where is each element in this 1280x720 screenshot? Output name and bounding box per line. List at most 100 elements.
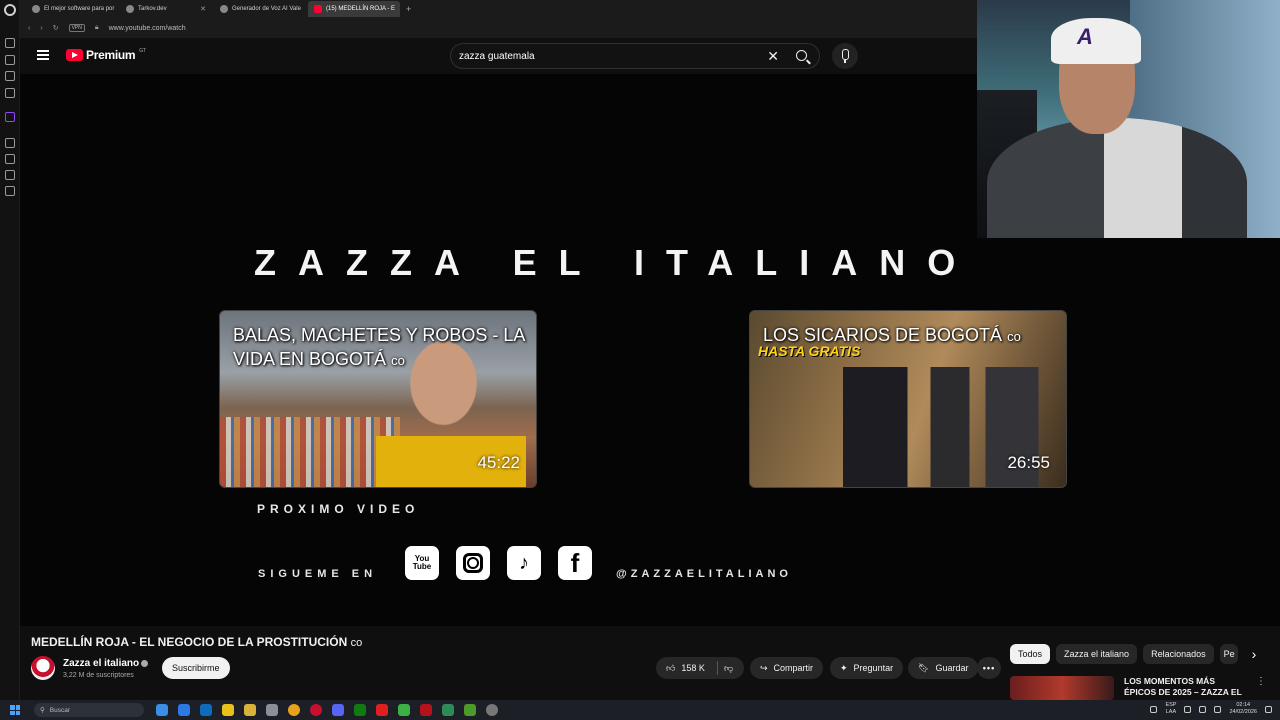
taskbar-search[interactable]: ⚲ Buscar [34,703,144,717]
app-icon[interactable] [266,704,278,716]
browser-tab[interactable]: Tarkov.dev ✕ [120,1,212,17]
whatsapp-icon[interactable] [5,88,15,98]
save-button[interactable]: 🔖︎ Guardar [908,657,979,679]
youtube-header: Premium GT ✕ [20,38,977,74]
messenger-icon[interactable] [5,71,15,81]
like-dislike-group: 👍︎ 158 K 👎︎ [656,657,744,679]
network-icon[interactable] [1184,705,1192,713]
ask-button[interactable]: ✦ Preguntar [830,657,904,679]
back-icon[interactable]: ‹ [28,25,30,32]
country-code: co [391,353,405,368]
more-actions-button[interactable]: ••• [977,657,1001,679]
spreadsheet-icon[interactable] [442,704,454,716]
logo-text: Premium [86,48,136,62]
play-icon[interactable] [398,704,410,716]
search-icon[interactable] [796,50,807,61]
chip-related[interactable]: Relacionados [1143,644,1214,664]
tab-close-icon[interactable]: ✕ [200,5,206,13]
clear-search-icon[interactable]: ✕ [767,48,779,65]
notifications-icon[interactable] [1265,705,1272,713]
lang-layout: LAA [1165,709,1177,715]
browser-tab-active[interactable]: (15) MEDELLÍN ROJA - E✕ [308,1,400,17]
channel-avatar[interactable] [31,656,55,680]
language-indicator[interactable]: ESP LAA [1165,702,1176,716]
browser-tab[interactable]: El mejor software para por✕ [26,1,118,17]
tiktok-social-icon[interactable]: ♪ [507,546,541,580]
facebook-social-icon[interactable]: f [558,546,592,580]
file-explorer-icon[interactable] [222,704,234,716]
like-icon[interactable]: 👍︎ [666,663,675,674]
media-player-icon[interactable] [376,704,388,716]
folder-icon[interactable] [244,704,256,716]
share-button[interactable]: ↪ Compartir [750,657,824,679]
youtube-social-icon[interactable]: You Tube [405,546,439,580]
browser-tab[interactable]: Generador de Voz AI Vale ✕ [214,1,306,17]
chip-all[interactable]: Todos [1010,644,1051,664]
browser-side-rail [0,0,20,700]
forward-icon[interactable]: › [40,25,42,32]
tab-favicon-icon [126,5,134,13]
battery-icon[interactable] [1214,705,1222,713]
clock-icon[interactable] [5,154,15,164]
chip-channel[interactable]: Zazza el italiano [1056,644,1138,664]
related-video-thumbnail [1010,676,1114,700]
streamer-webcam: A [977,0,1280,238]
card-caption: LOS SICARIOS DE BOGOTÁ co [763,323,1058,349]
app-icon[interactable] [486,704,498,716]
tab-close-icon[interactable]: ✕ [399,5,400,13]
url-text[interactable]: www.youtube.com/watch [109,25,186,32]
new-tab-button[interactable]: + [402,4,415,14]
youtube-premium-logo[interactable]: Premium GT [66,48,146,62]
streaming-app-icon[interactable] [420,704,432,716]
twitch-icon[interactable] [5,112,15,122]
endscreen-video-card[interactable]: BALAS, MACHETES Y ROBOS - LA VIDA EN BOG… [219,310,537,488]
reload-icon[interactable]: ↻ [53,24,59,32]
wifi-icon[interactable] [1150,705,1158,713]
taskbar-apps [156,704,498,716]
downloads-icon[interactable] [5,170,15,180]
chrome-icon[interactable] [288,704,300,716]
opera-icon[interactable] [310,704,322,716]
endscreen-title: ZAZZA EL ITALIANO [254,242,978,283]
subscribe-button[interactable]: Suscribirme [162,657,230,679]
dislike-icon[interactable]: 👎︎ [724,663,733,674]
settings-icon[interactable] [5,186,15,196]
chevron-right-icon[interactable]: › [1252,646,1257,662]
channel-name[interactable]: Zazza el italiano [63,658,149,669]
clock[interactable]: 02:14 24/02/2026 [1229,702,1257,716]
divider [716,661,718,675]
verified-icon [141,659,149,667]
history-icon[interactable] [5,38,15,48]
instagram-social-icon[interactable] [456,546,490,580]
music-icon[interactable] [5,138,15,148]
bag-icon[interactable] [5,55,15,65]
card-thumbnail-city [220,417,400,487]
tab-close-icon[interactable]: ✕ [305,5,306,13]
instagram-glyph [463,553,483,573]
menu-icon[interactable] [37,50,49,60]
minecraft-icon[interactable] [464,704,476,716]
task-view-icon[interactable] [156,704,168,716]
xbox-icon[interactable] [354,704,366,716]
card-title: BALAS, MACHETES Y ROBOS - LA VIDA EN BOG… [233,325,525,369]
system-tray: ESP LAA 02:14 24/02/2026 [1150,702,1272,716]
chip-truncated[interactable]: Pe [1219,644,1238,664]
windows-start-icon[interactable] [10,705,20,715]
youtube-play-icon [66,49,83,61]
search-input[interactable] [459,50,749,62]
ask-label: Preguntar [853,663,894,673]
discord-icon[interactable] [332,704,344,716]
volume-icon[interactable] [1199,705,1207,713]
like-count[interactable]: 158 K [681,663,705,673]
voice-search-mic-icon[interactable] [832,43,858,69]
video-info-bar: MEDELLÍN ROJA - EL NEGOCIO DE LA PROSTIT… [20,626,1280,708]
vpn-badge[interactable]: VPN [68,24,85,32]
tab-label: Generador de Voz AI Vale [232,6,301,12]
edge-icon[interactable] [178,704,190,716]
endscreen-video-card[interactable]: HASTA GRATIS LOS SICARIOS DE BOGOTÁ co 2… [749,310,1067,488]
clock-date: 24/02/2026 [1229,709,1257,715]
bookmark-icon: 🔖︎ [918,662,930,673]
cap-logo: A [1077,24,1093,49]
opera-logo-icon[interactable] [4,4,16,16]
outlook-icon[interactable] [200,704,212,716]
